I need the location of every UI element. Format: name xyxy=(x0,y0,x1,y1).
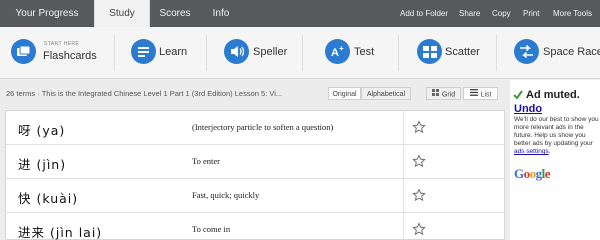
star-button[interactable] xyxy=(403,111,433,144)
view-grid-label: Grid xyxy=(441,91,456,99)
scatter-label: Scatter xyxy=(445,46,480,58)
mode-divider xyxy=(114,35,115,71)
mode-divider xyxy=(398,35,399,71)
study-modes-toolbar: START HERE Flashcards Learn Speller A + T… xyxy=(0,27,600,79)
ad-muted-message: We'll do our best to show you more relev… xyxy=(514,116,600,156)
google-logo: Google xyxy=(514,166,551,181)
top-navigation-bar: Your Progress Study Scores Info Add to F… xyxy=(0,0,600,27)
ad-muted-title: Ad muted. xyxy=(526,89,580,101)
table-row: 呀 (ya) (Interjectory particle to soften … xyxy=(6,111,504,145)
a-plus-icon: A + xyxy=(325,39,350,64)
view-list-button[interactable]: List xyxy=(463,87,498,100)
learn-mode-button[interactable]: Learn xyxy=(131,27,201,79)
test-mode-button[interactable]: A + Test xyxy=(325,27,385,79)
mode-divider xyxy=(206,35,207,71)
tab-your-progress[interactable]: Your Progress xyxy=(0,0,94,27)
star-icon xyxy=(412,188,426,202)
svg-text:+: + xyxy=(339,44,344,53)
sort-original-button[interactable]: Original xyxy=(328,87,361,100)
term-text: 进来 (jìn lai) xyxy=(18,225,103,240)
test-label: Test xyxy=(354,46,375,58)
sort-alphabetical-button[interactable]: Alphabetical xyxy=(361,87,411,100)
star-button[interactable] xyxy=(403,145,433,178)
learn-icon xyxy=(131,39,156,64)
star-button[interactable] xyxy=(403,213,433,240)
definition-text: To enter xyxy=(192,156,220,166)
scatter-icon xyxy=(417,39,442,64)
star-icon xyxy=(412,120,426,134)
learn-label: Learn xyxy=(159,46,188,58)
speller-label: Speller xyxy=(253,46,288,58)
terms-table: 呀 (ya) (Interjectory particle to soften … xyxy=(5,110,505,240)
copy-link[interactable]: Copy xyxy=(492,0,511,27)
speaker-icon xyxy=(224,39,249,64)
star-button[interactable] xyxy=(403,179,433,212)
list-icon xyxy=(469,88,478,101)
checkmark-icon xyxy=(513,90,523,100)
set-info-bar: 26 terms · This is the Integrated Chines… xyxy=(0,80,510,107)
ad-message-period: . xyxy=(548,148,551,155)
scatter-mode-button[interactable]: Scatter xyxy=(417,27,487,79)
table-row: 进来 (jìn lai) To come in xyxy=(6,213,504,240)
table-row: 进 (jìn) To enter xyxy=(6,145,504,179)
star-icon xyxy=(412,154,426,168)
ad-muted-panel: Ad muted. Undo We'll do our best to show… xyxy=(510,80,600,240)
more-tools-link[interactable]: More Tools xyxy=(553,0,592,27)
print-link[interactable]: Print xyxy=(523,0,539,27)
speller-mode-button[interactable]: Speller xyxy=(224,27,294,79)
flashcards-label: Flashcards xyxy=(43,50,97,62)
space-race-icon xyxy=(514,39,539,64)
grid-icon xyxy=(431,88,439,101)
add-to-folder-link[interactable]: Add to Folder xyxy=(400,0,448,27)
undo-link[interactable]: Undo xyxy=(514,103,542,115)
svg-text:A: A xyxy=(331,47,339,59)
mode-divider xyxy=(496,35,497,71)
definition-text: (Interjectory particle to soften a quest… xyxy=(192,122,334,132)
study-page: Your Progress Study Scores Info Add to F… xyxy=(0,0,600,240)
space-race-mode-button[interactable]: Space Race xyxy=(514,27,600,79)
table-row: 快 (kuài) Fast, quick; quickly xyxy=(6,179,504,213)
view-list-label: List xyxy=(480,91,492,99)
term-text: 进 (jìn) xyxy=(18,157,67,172)
star-icon xyxy=(412,222,426,236)
definition-text: Fast, quick; quickly xyxy=(192,190,260,200)
flashcards-icon xyxy=(11,39,36,64)
tab-study[interactable]: Study xyxy=(94,0,150,27)
definition-text: To come in xyxy=(192,224,231,234)
set-description: 26 terms · This is the Integrated Chines… xyxy=(6,89,283,98)
term-text: 快 (kuài) xyxy=(18,191,79,206)
view-grid-button[interactable]: Grid xyxy=(426,87,461,100)
start-here-caption: START HERE xyxy=(44,41,80,47)
share-link[interactable]: Share xyxy=(459,0,480,27)
term-text: 呀 (ya) xyxy=(18,123,66,138)
ads-settings-link[interactable]: ads settings xyxy=(514,148,549,155)
tab-scores[interactable]: Scores xyxy=(150,0,200,27)
mode-divider xyxy=(302,35,303,71)
tab-info[interactable]: Info xyxy=(200,0,242,27)
flashcards-mode-button[interactable]: START HERE Flashcards xyxy=(11,27,121,79)
space-race-label: Space Race xyxy=(543,46,600,58)
